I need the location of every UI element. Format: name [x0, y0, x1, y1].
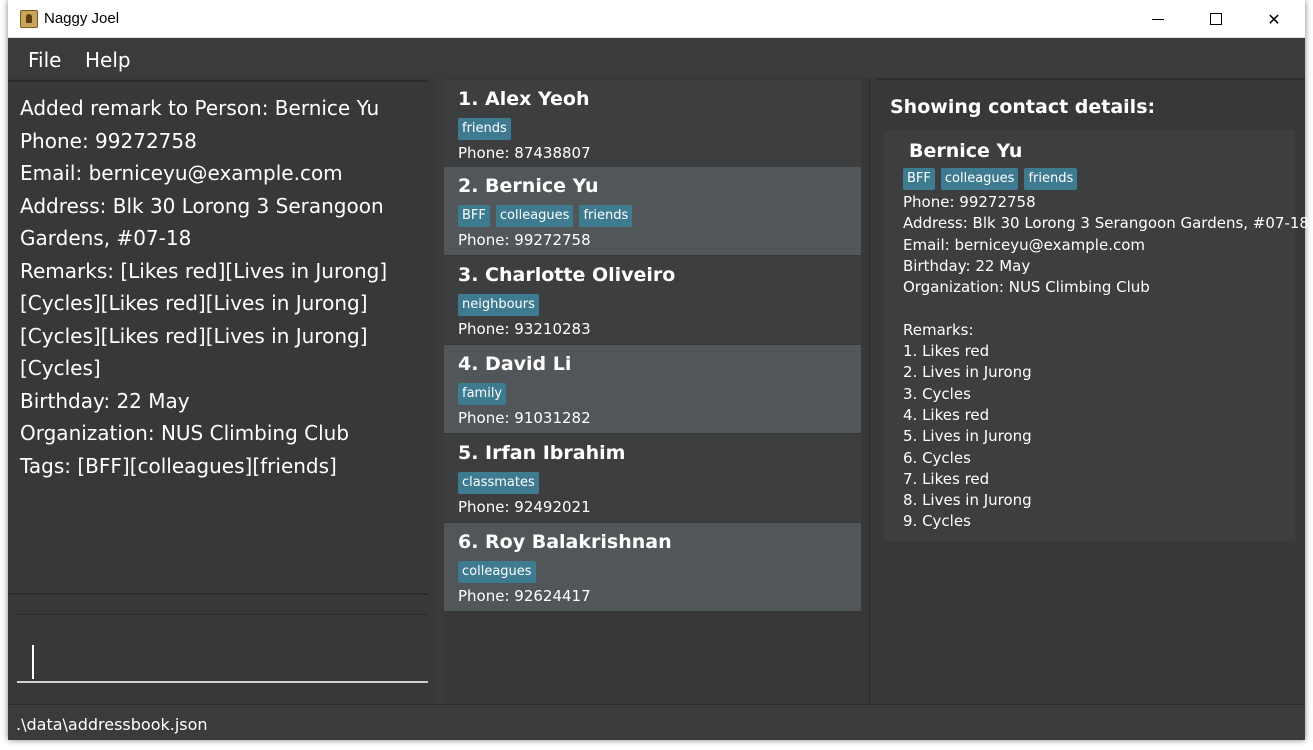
person-phone: Phone: 92624417 [458, 587, 591, 605]
details-name: Bernice Yu [909, 140, 1023, 162]
status-bar: .\data\addressbook.json [8, 704, 1305, 740]
result-text: Added remark to Person: Bernice Yu Phone… [20, 96, 388, 478]
person-name: 2. Bernice Yu [458, 175, 599, 197]
tag: friends [1024, 168, 1078, 190]
person-phone: Phone: 93210283 [458, 320, 591, 338]
person-card[interactable]: 4. David Li family Phone: 91031282 [444, 345, 861, 433]
person-phone: Phone: 91031282 [458, 409, 591, 427]
details-card: Bernice Yu BFF colleagues friends Phone:… [884, 130, 1309, 541]
person-name: 5. Irfan Ibrahim [458, 442, 626, 464]
person-name: 3. Charlotte Oliveiro [458, 264, 676, 286]
person-card[interactable]: 5. Irfan Ibrahim classmates Phone: 92492… [444, 434, 861, 522]
tag: colleagues [940, 168, 1019, 190]
left-pane: Added remark to Person: Bernice Yu Phone… [8, 78, 436, 704]
remark-item: 2. Lives in Jurong [903, 363, 1032, 382]
person-tags: BFF colleagues friends [458, 205, 847, 227]
remark-item: 4. Likes red [903, 405, 990, 424]
remark-item: 8. Lives in Jurong [903, 491, 1032, 510]
close-button[interactable]: ✕ [1245, 0, 1303, 38]
person-phone: Phone: 92492021 [458, 498, 591, 516]
app-window: Naggy Joel ✕ File Help Added remark to P… [8, 0, 1309, 740]
text-caret [32, 645, 34, 679]
tag: BFF [903, 168, 935, 190]
command-box [17, 614, 428, 684]
person-phone: Phone: 87438807 [458, 144, 591, 162]
title-bar: Naggy Joel ✕ [8, 0, 1305, 38]
person-tags: colleagues [458, 561, 847, 583]
person-tags: classmates [458, 472, 847, 494]
tag: family [458, 383, 507, 405]
person-tags: family [458, 383, 847, 405]
result-display[interactable]: Added remark to Person: Bernice Yu Phone… [8, 80, 428, 595]
maximize-button[interactable] [1187, 0, 1245, 38]
person-tags: friends [458, 118, 847, 140]
status-file-path: .\data\addressbook.json [16, 715, 208, 734]
remark-item: 1. Likes red [903, 342, 990, 361]
split-divider-left[interactable] [436, 78, 444, 704]
person-card[interactable]: 1. Alex Yeoh friends Phone: 87438807 [444, 80, 861, 168]
window-title: Naggy Joel [44, 10, 120, 27]
command-input[interactable] [17, 635, 428, 683]
person-name: 4. David Li [458, 353, 572, 375]
menu-bar: File Help [8, 38, 1305, 78]
details-birthday: Birthday: 22 May [903, 256, 1031, 275]
remark-item: 5. Lives in Jurong [903, 427, 1032, 446]
tag: colleagues [458, 561, 536, 583]
person-name: 1. Alex Yeoh [458, 88, 590, 110]
person-name: 6. Roy Balakrishnan [458, 531, 672, 553]
remark-item: 6. Cycles [903, 448, 971, 467]
tag: BFF [458, 205, 490, 227]
tag: colleagues [495, 205, 574, 227]
remark-item: 9. Cycles [903, 512, 971, 531]
remark-item: 7. Likes red [903, 469, 990, 488]
details-address: Address: Blk 30 Lorong 3 Serangoon Garde… [903, 214, 1309, 233]
person-card[interactable]: 2. Bernice Yu BFF colleagues friends Pho… [444, 167, 861, 255]
details-heading: Showing contact details: [890, 96, 1156, 118]
details-tags: BFF colleagues friends [903, 168, 1276, 190]
tag: friends [579, 205, 633, 227]
contact-details-pane: Showing contact details: Bernice Yu BFF … [877, 78, 1309, 704]
minimize-button[interactable] [1129, 0, 1187, 38]
menu-help[interactable]: Help [85, 48, 131, 72]
details-organization: Organization: NUS Climbing Club [903, 278, 1150, 297]
close-icon: ✕ [1267, 9, 1281, 29]
details-phone: Phone: 99272758 [903, 193, 1036, 211]
remark-item: 3. Cycles [903, 384, 971, 403]
person-list[interactable]: 1. Alex Yeoh friends Phone: 87438807 2. … [444, 78, 869, 704]
person-card[interactable]: 3. Charlotte Oliveiro neighbours Phone: … [444, 256, 861, 344]
maximize-icon [1210, 13, 1222, 25]
tag: neighbours [458, 294, 539, 316]
person-card[interactable]: 6. Roy Balakrishnan colleagues Phone: 92… [444, 523, 861, 611]
app-icon [20, 10, 38, 28]
person-phone: Phone: 99272758 [458, 231, 591, 249]
split-divider-right[interactable] [869, 78, 877, 704]
person-tags: neighbours [458, 294, 847, 316]
details-remarks-label: Remarks: [903, 320, 974, 339]
details-email: Email: berniceyu@example.com [903, 235, 1145, 254]
menu-file[interactable]: File [28, 48, 61, 72]
tag: friends [458, 118, 511, 140]
minimize-icon [1152, 18, 1164, 20]
tag: classmates [458, 472, 539, 494]
